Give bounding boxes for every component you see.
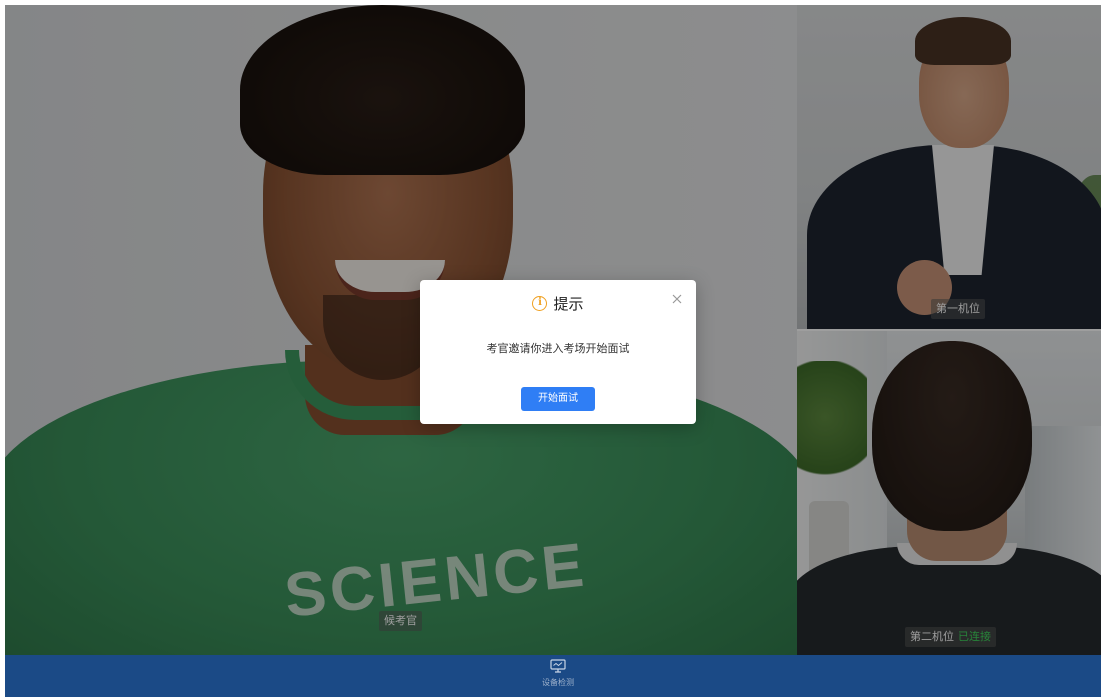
close-icon[interactable] (670, 292, 684, 306)
dialog-header: i 提示 (420, 290, 696, 314)
device-check-button[interactable]: 设备检测 (535, 659, 581, 695)
info-icon: i (532, 296, 548, 311)
monitor-icon (550, 659, 566, 673)
device-check-label: 设备检测 (542, 678, 574, 687)
dialog-title: 提示 (553, 295, 584, 313)
dialog-message: 考官邀请你进入考场开始面试 (486, 342, 630, 355)
start-interview-button[interactable]: 开始面试 (521, 387, 595, 411)
bottom-toolbar: 设备检测 (5, 655, 1101, 697)
prompt-dialog: i 提示 考官邀请你进入考场开始面试 开始面试 (420, 280, 696, 424)
